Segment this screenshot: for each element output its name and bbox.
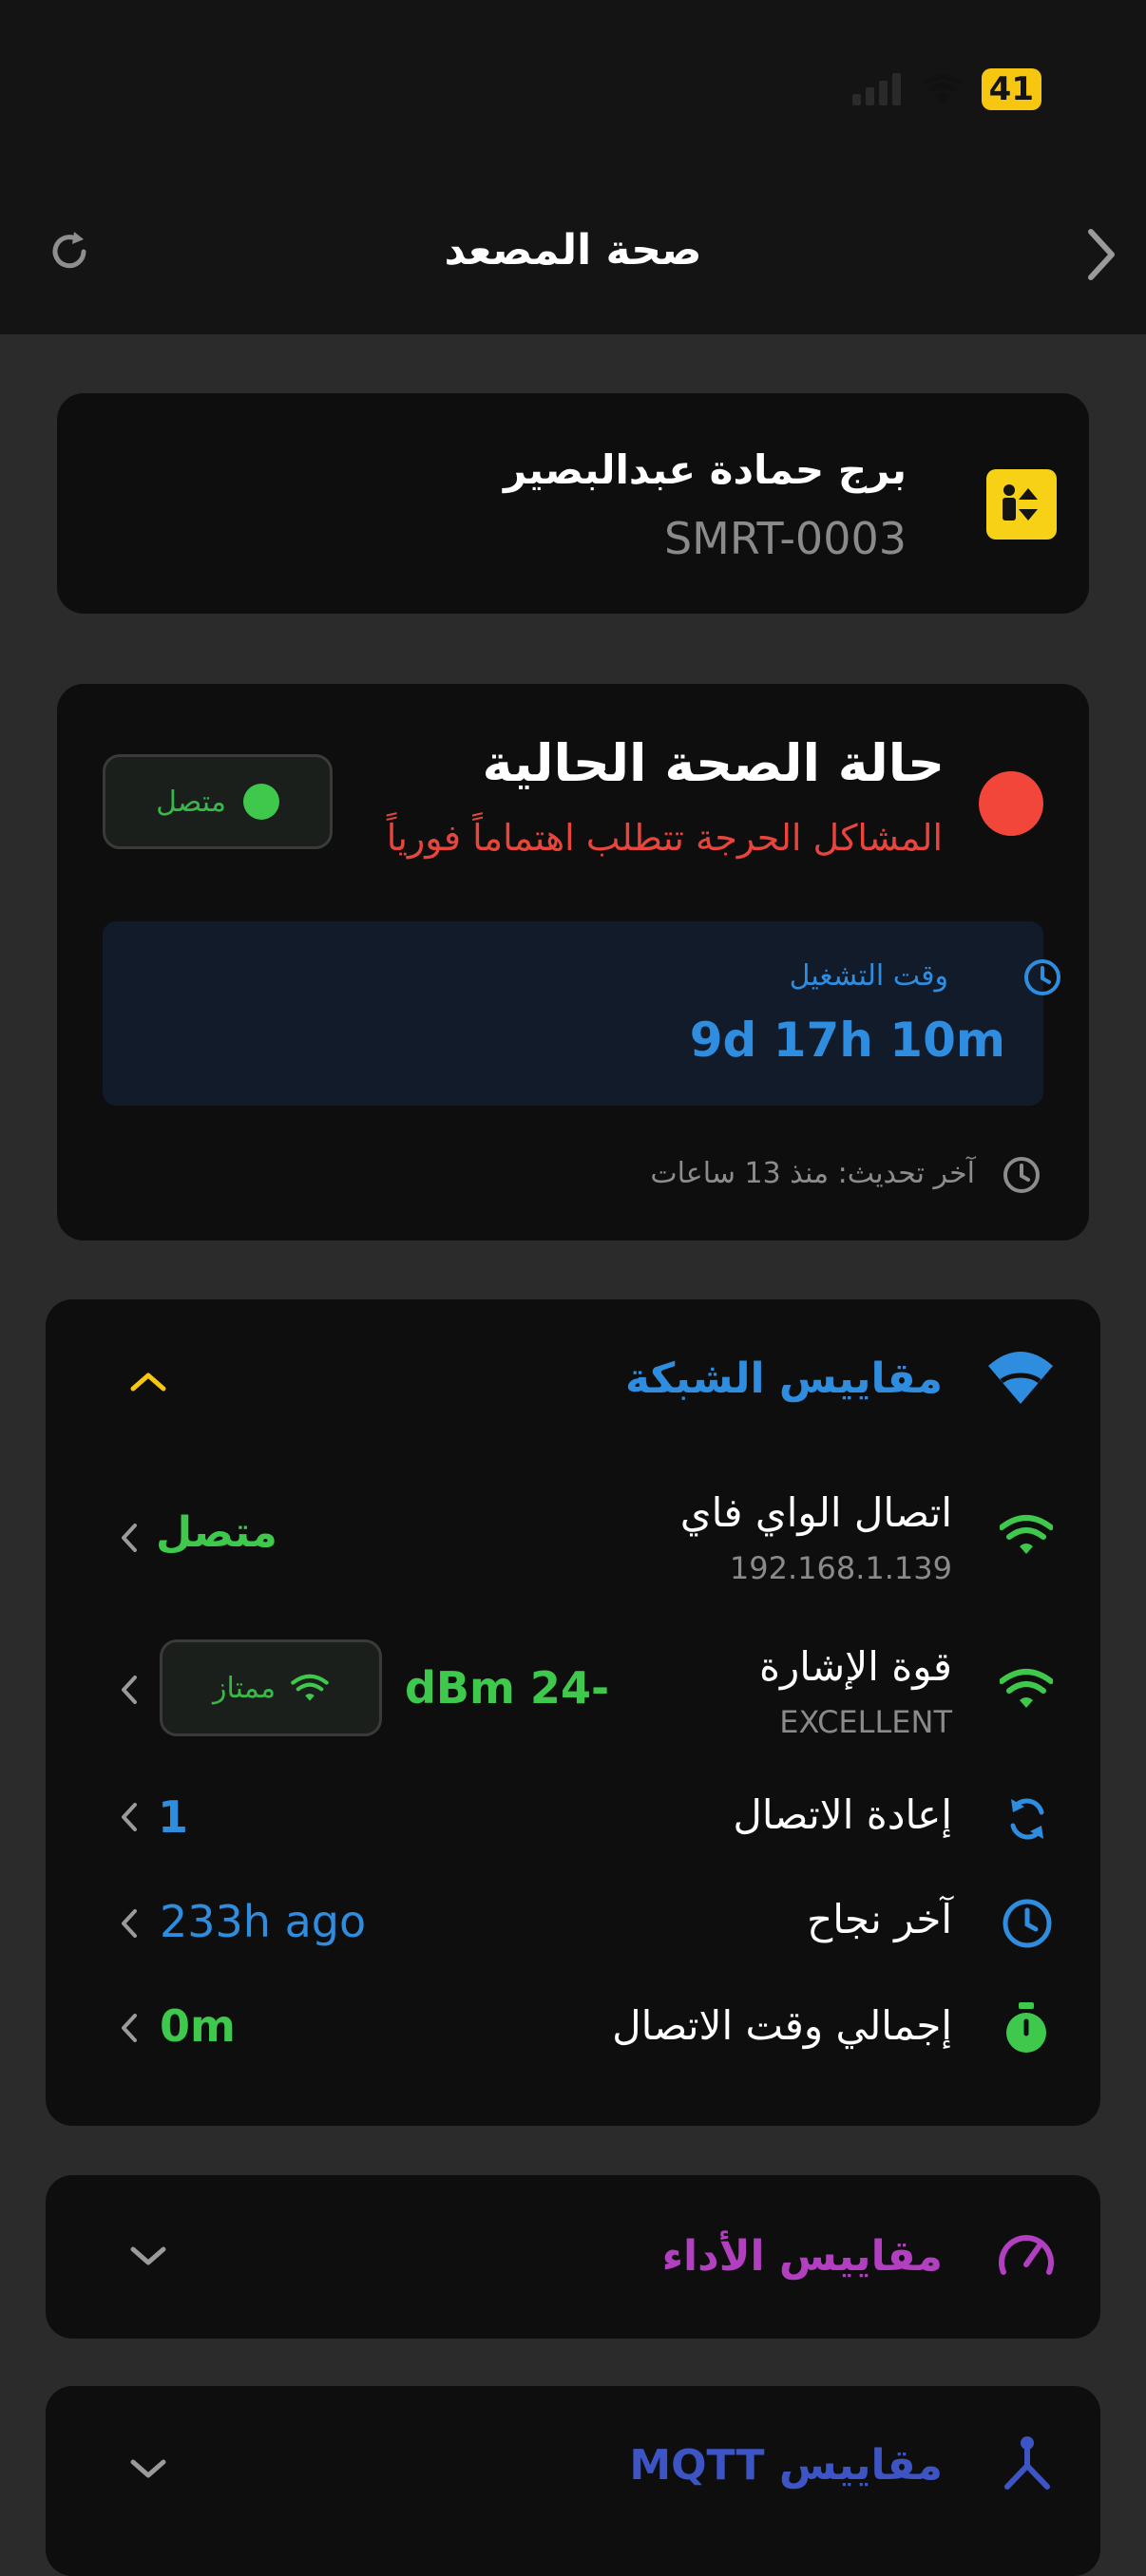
chevron-down-icon[interactable] xyxy=(127,2244,169,2270)
wifi-icon xyxy=(291,1674,329,1701)
wifi-icon xyxy=(1000,1515,1053,1554)
wifi-status-icon xyxy=(921,73,964,104)
signal-strength-value: dBm 24- xyxy=(405,1662,610,1714)
wifi-connection-value: متصل xyxy=(156,1508,277,1557)
status-time: 3:26 xyxy=(160,63,283,120)
mqtt-section-title[interactable]: مقاييس MQTT xyxy=(629,2441,943,2490)
chevron-left-icon[interactable] xyxy=(118,1522,141,1554)
elevator-code: SMRT-0003 xyxy=(663,513,907,564)
connection-status-badge: متصل xyxy=(103,754,333,849)
clock-icon xyxy=(1024,959,1060,995)
chevron-left-icon[interactable] xyxy=(118,2012,141,2044)
elevator-name: برج حمادة عبدالبصير xyxy=(503,446,907,493)
signal-strength-label: قوة الإشارة xyxy=(758,1643,952,1690)
elevator-card xyxy=(57,393,1089,614)
speedometer-icon xyxy=(999,2235,1054,2275)
wifi-ip-address: 192.168.1.139 xyxy=(729,1550,952,1586)
signal-quality-badge: ممتاز xyxy=(160,1639,382,1736)
network-section-title[interactable]: مقاييس الشبكة xyxy=(625,1354,943,1403)
performance-section-title[interactable]: مقاييس الأداء xyxy=(662,2232,943,2281)
signal-strength-icon xyxy=(1000,1669,1053,1708)
wifi-connection-label: اتصال الواي فاي xyxy=(679,1489,952,1536)
health-subtitle: المشاكل الحرجة تتطلب اهتماماً فورياً xyxy=(386,817,943,859)
chevron-down-icon[interactable] xyxy=(127,2456,169,2483)
battery-indicator: 41 xyxy=(981,68,1041,110)
cellular-signal-icon xyxy=(851,73,901,105)
signal-quality-text: EXCELLENT xyxy=(779,1704,952,1740)
uptime-value: 9d 17h 10m xyxy=(689,1013,1005,1068)
top-bar xyxy=(0,0,1146,334)
chevron-left-icon[interactable] xyxy=(118,1801,141,1833)
clock-icon xyxy=(1003,1899,1052,1948)
total-connect-time-label: إجمالي وقت الاتصال xyxy=(612,2002,952,2049)
page-title: صحة المصعد xyxy=(444,226,702,275)
last-update-text: آخر تحديث: منذ 13 ساعات xyxy=(650,1157,975,1190)
health-title: حالة الصحة الحالية xyxy=(482,733,945,793)
elevator-icon xyxy=(986,469,1057,540)
online-dot-icon xyxy=(242,784,279,820)
signal-quality-badge-label: ممتاز xyxy=(212,1671,277,1705)
critical-status-dot xyxy=(979,771,1043,836)
reconnect-value: 1 xyxy=(158,1791,189,1843)
chevron-left-icon[interactable] xyxy=(118,1907,141,1940)
status-icons: 41 xyxy=(851,68,1041,110)
chevron-right-icon[interactable] xyxy=(1078,226,1125,283)
stopwatch-icon xyxy=(1006,2002,1046,2053)
wifi-icon xyxy=(988,1352,1053,1404)
network-hub-icon xyxy=(1004,2436,1050,2490)
chevron-up-icon[interactable] xyxy=(127,1368,169,1394)
last-success-label: آخر نجاح xyxy=(807,1896,952,1942)
total-connect-time-value: 0m xyxy=(160,2000,236,2052)
clock-icon xyxy=(1003,1157,1040,1193)
last-success-value: 233h ago xyxy=(160,1896,367,1947)
uptime-label: وقت التشغيل xyxy=(789,959,948,993)
reconnect-label: إعادة الاتصال xyxy=(733,1791,952,1838)
connection-status-label: متصل xyxy=(156,785,226,819)
sync-icon xyxy=(1010,1798,1044,1840)
chevron-left-icon[interactable] xyxy=(118,1674,141,1706)
